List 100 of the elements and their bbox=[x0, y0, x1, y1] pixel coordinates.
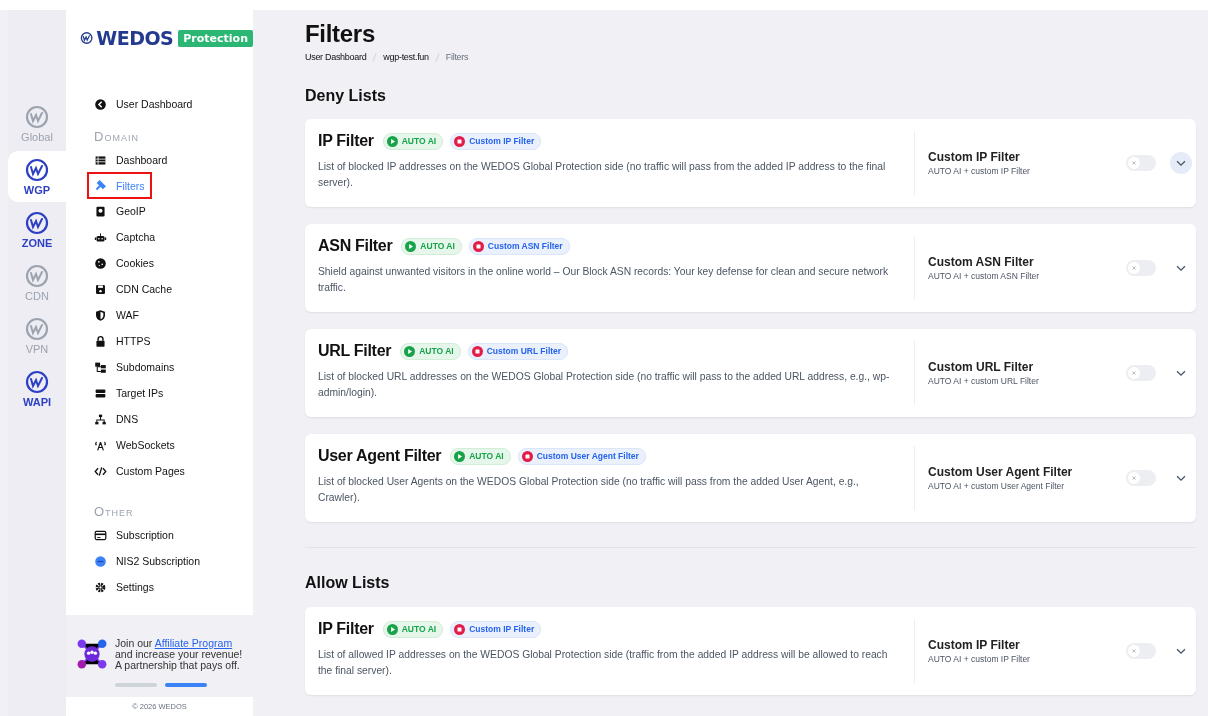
play-icon bbox=[404, 345, 416, 357]
menu-item-icon bbox=[94, 230, 107, 244]
app-switcher-tab[interactable]: WGP bbox=[8, 151, 66, 202]
menu-item-icon bbox=[94, 580, 107, 594]
wedos-logo-icon bbox=[25, 211, 49, 235]
menu-item-icon bbox=[94, 554, 107, 568]
brand-name: WEDOS bbox=[96, 27, 174, 49]
sidebar-item[interactable]: DNS bbox=[88, 406, 145, 432]
affiliate-link[interactable]: Affiliate Program bbox=[154, 636, 233, 649]
status-badge: AUTO AI bbox=[382, 132, 444, 150]
sidebar-item[interactable]: WebSockets bbox=[88, 432, 181, 458]
wedos-logo-icon bbox=[25, 158, 49, 182]
stop-icon bbox=[471, 345, 483, 357]
menu-item-icon bbox=[94, 360, 107, 374]
menu-item-icon bbox=[94, 282, 107, 296]
filter-title: URL Filter bbox=[318, 342, 392, 360]
x-icon bbox=[1130, 264, 1138, 272]
stop-icon bbox=[454, 623, 466, 635]
menu-item-icon bbox=[94, 528, 107, 542]
filter-mode: Custom User Agent Filter bbox=[928, 465, 1074, 479]
menu-item-icon bbox=[94, 334, 107, 348]
menu-item-icon bbox=[94, 412, 107, 426]
wedos-logo-icon bbox=[25, 264, 49, 288]
filter-title: ASN Filter bbox=[318, 237, 393, 255]
status-badge: Custom URL Filter bbox=[467, 342, 569, 360]
status-badge: Custom IP Filter bbox=[450, 620, 542, 638]
menu-item-icon bbox=[94, 308, 107, 322]
section-heading: Other bbox=[94, 503, 135, 521]
sidebar-item[interactable]: GeoIP bbox=[88, 198, 152, 224]
breadcrumb-current: Filters bbox=[445, 52, 469, 62]
play-icon bbox=[386, 623, 398, 635]
brand-badge: Protection bbox=[178, 29, 253, 47]
wedos-logo-icon bbox=[25, 317, 49, 341]
sidebar-item[interactable]: NIS2 Subscription bbox=[88, 548, 207, 574]
wedos-logo-icon bbox=[80, 30, 94, 46]
x-icon bbox=[1130, 647, 1138, 655]
stop-icon bbox=[454, 135, 466, 147]
toggle-switch[interactable] bbox=[1126, 260, 1156, 276]
section-heading: Allow Lists bbox=[305, 574, 391, 592]
filter-description: List of blocked IP addresses on the WEDOS Global Protection side (no traffic will pass from the added IP address to the final server). bbox=[318, 160, 887, 190]
filter-mode: Custom URL Filter bbox=[928, 360, 1035, 374]
filter-mode-detail: AUTO AI + custom URL Filter bbox=[928, 376, 1040, 386]
carousel-indicator[interactable] bbox=[115, 683, 157, 687]
menu-item-icon bbox=[94, 153, 107, 167]
toggle-switch[interactable] bbox=[1126, 470, 1156, 486]
status-badge: AUTO AI bbox=[400, 342, 461, 360]
sidebar-item[interactable]: CDN Cache bbox=[88, 276, 179, 302]
menu-item-icon bbox=[94, 256, 107, 270]
sidebar-item[interactable]: Settings bbox=[88, 574, 160, 600]
back-link[interactable]: User Dashboard bbox=[88, 91, 199, 117]
stop-icon bbox=[472, 240, 484, 252]
carousel-indicator[interactable] bbox=[165, 683, 207, 687]
toggle-switch[interactable] bbox=[1126, 643, 1156, 659]
menu-item-icon bbox=[94, 179, 107, 192]
wedos-logo-icon bbox=[25, 105, 49, 129]
play-icon bbox=[405, 240, 417, 252]
page-title: Filters bbox=[305, 20, 376, 48]
section-heading: Domain bbox=[94, 128, 140, 146]
filter-title: IP Filter bbox=[318, 132, 374, 150]
toggle-switch[interactable] bbox=[1126, 365, 1156, 381]
sidebar-item[interactable]: WAF bbox=[88, 302, 145, 328]
x-icon bbox=[1130, 474, 1138, 482]
toggle-switch[interactable] bbox=[1126, 155, 1156, 171]
wedos-logo-icon bbox=[25, 370, 49, 394]
filter-mode-detail: AUTO AI + custom ASN Filter bbox=[928, 271, 1041, 281]
breadcrumb-link[interactable]: wgp-test.fun bbox=[383, 52, 429, 62]
menu-item-icon bbox=[94, 464, 107, 478]
x-icon bbox=[1130, 369, 1138, 377]
sidebar-item[interactable]: Subdomains bbox=[88, 354, 181, 380]
section-heading: Deny Lists bbox=[305, 87, 387, 105]
filter-description: List of blocked URL addresses on the WEDOS Global Protection side (no traffic will pass to the added URL address, e.g., wp-admin/login). bbox=[318, 370, 891, 400]
status-badge: AUTO AI bbox=[450, 447, 511, 465]
x-icon bbox=[1130, 159, 1138, 167]
stop-icon bbox=[521, 450, 533, 462]
sidebar-item[interactable]: Cookies bbox=[88, 250, 160, 276]
affiliate-text: Join our Affiliate Program and increase your revenue! A partnership that pays off. bbox=[115, 637, 244, 671]
sidebar-item[interactable]: HTTPS bbox=[88, 328, 157, 354]
filter-mode: Custom ASN Filter bbox=[928, 255, 1035, 269]
sidebar-item[interactable]: Subscription bbox=[88, 522, 180, 548]
filter-title: IP Filter bbox=[318, 620, 374, 638]
status-badge: Custom User Agent Filter bbox=[517, 447, 646, 465]
sidebar-item[interactable]: Dashboard bbox=[88, 147, 174, 173]
status-badge: Custom ASN Filter bbox=[468, 237, 570, 255]
filter-title: User Agent Filter bbox=[318, 447, 442, 465]
menu-item-icon bbox=[94, 386, 107, 400]
sidebar-item[interactable]: Target IPs bbox=[88, 380, 170, 406]
status-badge: AUTO AI bbox=[401, 237, 462, 255]
breadcrumb-link[interactable]: User Dashboard bbox=[305, 52, 367, 62]
sidebar-item[interactable]: Filters bbox=[88, 173, 151, 198]
app-switcher-tab[interactable]: ZONE bbox=[8, 204, 66, 255]
network-icon bbox=[75, 637, 109, 671]
play-icon bbox=[386, 135, 398, 147]
menu-item-icon bbox=[94, 204, 107, 218]
app-switcher-tab[interactable]: WAPI bbox=[8, 363, 66, 414]
play-icon bbox=[454, 450, 466, 462]
status-badge: Custom IP Filter bbox=[450, 132, 542, 150]
expand-button[interactable] bbox=[1170, 152, 1192, 174]
sidebar-item[interactable]: Custom Pages bbox=[88, 458, 191, 484]
filter-mode: Custom IP Filter bbox=[928, 638, 1021, 652]
sidebar-item[interactable]: Captcha bbox=[88, 224, 162, 250]
